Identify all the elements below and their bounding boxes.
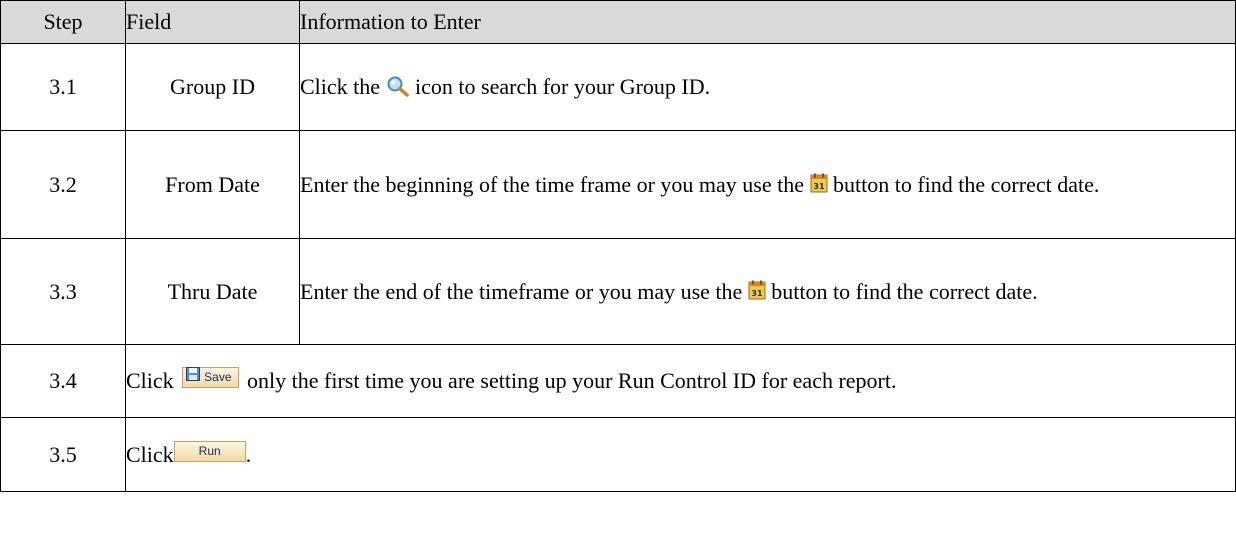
info-cell: Click Run. (125, 417, 1236, 492)
step-number: 3.4 (0, 344, 126, 418)
info-text: Click (126, 441, 174, 467)
info-cell: Click Save only the first time you are s… (125, 344, 1236, 418)
header-field: Field (125, 0, 300, 44)
field-name: Thru Date (125, 238, 300, 345)
table-row: 3.1 Group ID Click the icon to search fo… (0, 43, 1236, 131)
run-button[interactable]: Run (173, 440, 246, 462)
info-text: Click the (300, 74, 381, 99)
save-button-label: Save (204, 370, 232, 385)
save-button[interactable]: Save (182, 367, 239, 389)
table-row: 3.3 Thru Date Enter the end of the timef… (0, 238, 1236, 345)
info-cell: Enter the end of the timeframe or you ma… (299, 238, 1236, 345)
info-text: button to find the correct date. (833, 171, 1100, 197)
info-text: button to find the correct date. (771, 278, 1038, 304)
field-name: From Date (125, 130, 300, 239)
table-row: 3.4 Click Save only the first time you a… (0, 344, 1236, 418)
step-number: 3.3 (0, 238, 126, 345)
info-cell: Enter the beginning of the time frame or… (299, 130, 1236, 239)
step-number: 3.2 (0, 130, 126, 239)
info-text: Click (126, 368, 174, 393)
header-info: Information to Enter (299, 0, 1236, 44)
step-number: 3.1 (0, 43, 126, 131)
instructions-table: Step Field Information to Enter 3.1 Grou… (0, 0, 1236, 492)
svg-text:31: 31 (751, 289, 763, 298)
magnifier-search-icon (386, 75, 410, 97)
header-row: Step Field Information to Enter (0, 0, 1236, 44)
info-cell: Click the icon to search for your Group … (299, 43, 1236, 131)
table-row: 3.5 Click Run. (0, 417, 1236, 492)
floppy-disk-icon (186, 367, 201, 387)
info-text: Enter the end of the timeframe or you ma… (300, 278, 743, 304)
info-text: . (245, 441, 252, 467)
info-text: icon to search for your Group ID. (415, 74, 711, 99)
calendar-icon: 31 (748, 280, 766, 300)
step-number: 3.5 (0, 417, 126, 492)
table-row: 3.2 From Date Enter the beginning of the… (0, 130, 1236, 239)
svg-text:31: 31 (813, 182, 825, 191)
info-text: Enter the beginning of the time frame or… (300, 171, 805, 197)
header-step: Step (0, 0, 126, 44)
info-text: only the first time you are setting up y… (247, 368, 897, 393)
field-name: Group ID (125, 43, 300, 131)
calendar-icon: 31 (810, 173, 828, 193)
